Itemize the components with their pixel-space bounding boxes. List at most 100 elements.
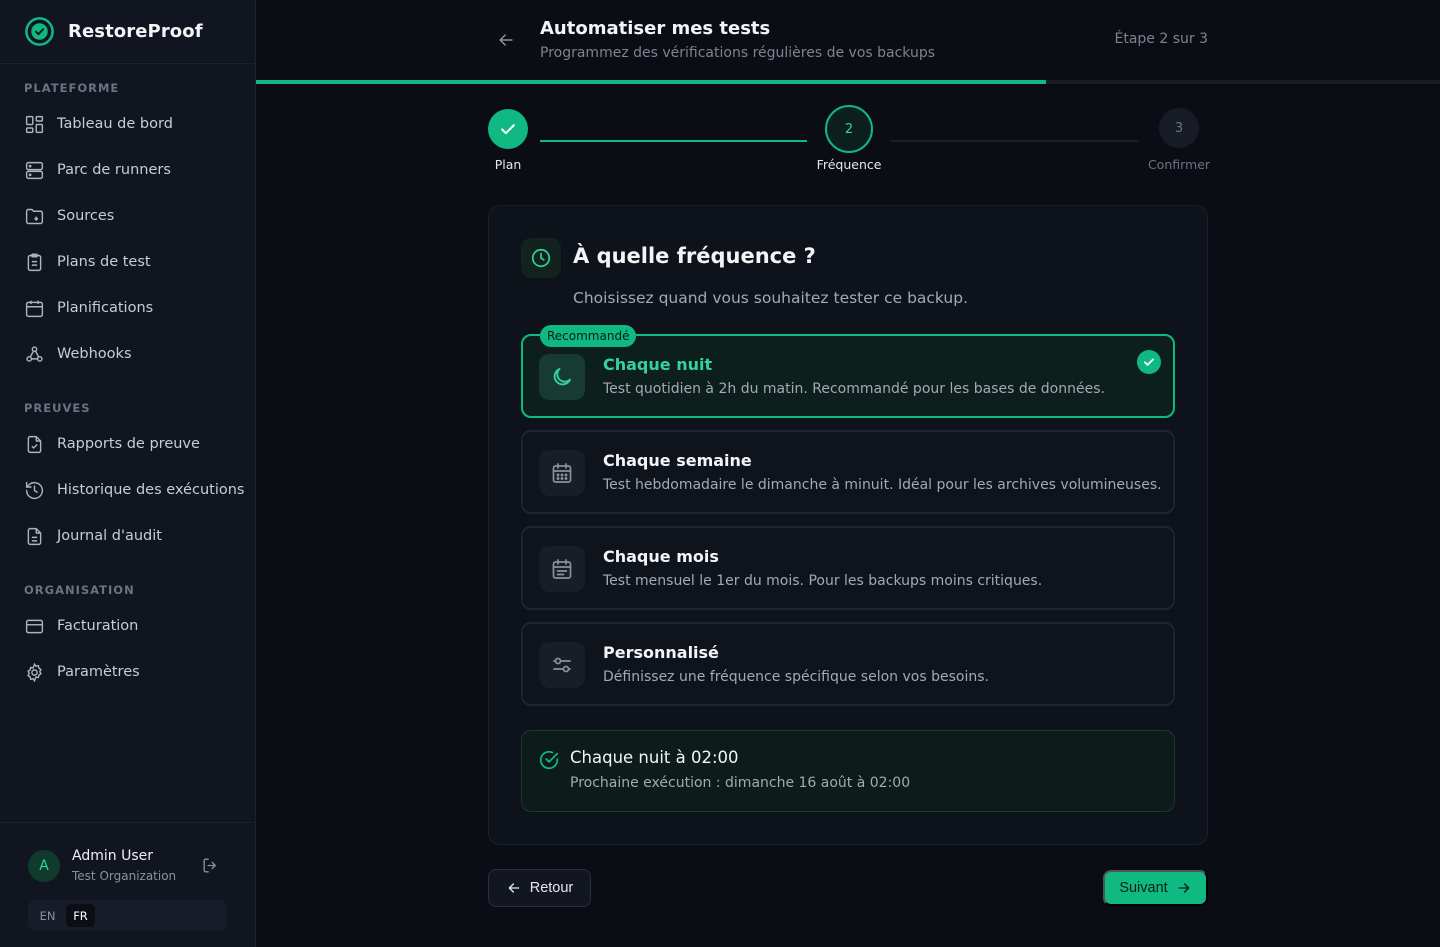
option-icon-wrapper: [539, 546, 585, 592]
page-title: Automatiser mes tests: [540, 18, 771, 39]
option-icon-wrapper: [539, 354, 585, 400]
sidebar-item-audit-log[interactable]: Journal d'audit: [24, 524, 162, 548]
sidebar-item-proof-reports[interactable]: Rapports de preuve: [24, 432, 200, 456]
step-2-label: Fréquence: [816, 157, 882, 172]
option-monthly[interactable]: Chaque mois Test mensuel le 1er du mois.…: [521, 526, 1175, 610]
webhook-icon: [26, 345, 43, 362]
summary-title: Chaque nuit à 02:00: [570, 748, 739, 767]
option-icon-wrapper: [539, 450, 585, 496]
option-nightly[interactable]: Recommandé Chaque nuit Test quotidien à …: [521, 325, 1175, 418]
recommended-badge: Recommandé: [540, 325, 637, 347]
sidebar: RestoreProof PLATEFORME Tableau de bord …: [0, 0, 256, 947]
frequency-card: À quelle fréquence ? Choisissez quand vo…: [488, 205, 1208, 845]
option-title: Chaque mois: [603, 547, 719, 566]
card-icon-wrapper: [521, 238, 561, 278]
sliders-icon: [553, 657, 571, 673]
logo-icon: [25, 17, 54, 46]
lang-en-button[interactable]: EN: [33, 904, 62, 927]
nav-section-preuves: PREUVES: [24, 401, 91, 415]
option-description: Test quotidien à 2h du matin. Recommandé…: [603, 381, 1105, 397]
option-description: Test mensuel le 1er du mois. Pour les ba…: [603, 573, 1043, 589]
option-icon-wrapper: [539, 642, 585, 688]
file-check-icon: [27, 435, 42, 453]
sidebar-item-label: Tableau de bord: [57, 116, 173, 132]
logout-icon[interactable]: [201, 856, 220, 875]
sidebar-item-webhooks[interactable]: Webhooks: [24, 342, 132, 366]
option-weekly[interactable]: Chaque semaine Test hebdomadaire le dima…: [521, 430, 1175, 514]
card-title: À quelle fréquence ?: [573, 244, 816, 268]
clock-icon: [531, 248, 551, 268]
sidebar-item-runners[interactable]: Parc de runners: [24, 158, 171, 182]
sidebar-item-billing[interactable]: Facturation: [24, 614, 138, 638]
schedule-summary: Chaque nuit à 02:00 Prochaine exécution …: [521, 730, 1175, 812]
brand[interactable]: RestoreProof: [0, 0, 255, 64]
calendar-week-icon: [552, 463, 572, 483]
check-icon: [501, 124, 515, 135]
progress-bar: [256, 80, 1440, 84]
file-text-icon: [27, 527, 42, 545]
sidebar-footer: A Admin User Test Organization EN FR: [0, 822, 255, 947]
back-button[interactable]: Retour: [488, 869, 591, 907]
step-connector-1: [540, 140, 807, 142]
avatar[interactable]: A: [28, 850, 60, 882]
option-title: Chaque nuit: [603, 355, 713, 374]
folder-icon: [25, 208, 44, 224]
step-3-label: Confirmer: [1147, 157, 1211, 172]
option-custom[interactable]: Personnalisé Définissez une fréquence sp…: [521, 622, 1175, 706]
credit-card-icon: [25, 619, 44, 633]
arrow-left-icon: [508, 883, 520, 893]
gear-icon: [27, 662, 42, 682]
step-connector-2: [891, 140, 1139, 142]
sidebar-item-label: Webhooks: [57, 346, 132, 362]
nav-section-organisation: ORGANISATION: [24, 583, 135, 597]
user-org: Test Organization: [72, 869, 177, 883]
back-button-label: Retour: [529, 880, 574, 896]
step-3-circle[interactable]: 3: [1159, 108, 1199, 148]
sidebar-item-label: Paramètres: [57, 664, 140, 680]
sidebar-item-sources[interactable]: Sources: [24, 204, 114, 228]
dashboard-icon: [25, 115, 44, 133]
page-header: Automatiser mes tests Programmez des vér…: [256, 0, 1440, 80]
nav-section-plateforme: PLATEFORME: [24, 81, 120, 95]
calendar-month-icon: [552, 559, 572, 579]
moon-icon: [553, 368, 571, 386]
sidebar-item-test-plans[interactable]: Plans de test: [24, 250, 151, 274]
check-circle-icon: [539, 750, 559, 770]
step-1-label: Plan: [494, 157, 522, 172]
app-name: RestoreProof: [68, 21, 203, 42]
user-name: Admin User: [72, 848, 153, 864]
step-indicator: Étape 2 sur 3: [1114, 31, 1208, 47]
sidebar-item-run-history[interactable]: Historique des exécutions: [24, 478, 244, 502]
progress-bar-fill: [256, 80, 1046, 84]
next-run-text: Prochaine exécution : dimanche 16 août à…: [570, 775, 911, 791]
option-title: Personnalisé: [603, 643, 719, 662]
option-title: Chaque semaine: [603, 451, 752, 470]
step-2-circle[interactable]: 2: [825, 105, 873, 153]
next-button[interactable]: Suivant: [1103, 870, 1208, 906]
sidebar-item-schedules[interactable]: Planifications: [24, 296, 153, 320]
lang-fr-button[interactable]: FR: [66, 904, 95, 927]
sidebar-item-label: Parc de runners: [57, 162, 171, 178]
sidebar-item-label: Rapports de preuve: [57, 436, 200, 452]
sidebar-item-dashboard[interactable]: Tableau de bord: [24, 112, 173, 136]
sidebar-item-label: Historique des exécutions: [57, 482, 245, 498]
card-subtitle: Choisissez quand vous souhaitez tester c…: [573, 289, 969, 307]
sidebar-item-label: Journal d'audit: [57, 528, 162, 544]
option-description: Définissez une fréquence spécifique selo…: [603, 669, 989, 685]
server-icon: [25, 161, 44, 179]
sidebar-item-label: Plans de test: [57, 254, 151, 270]
page-subtitle: Programmez des vérifications régulières …: [540, 45, 936, 61]
option-description: Test hebdomadaire le dimanche à minuit. …: [603, 477, 1162, 493]
sidebar-item-settings[interactable]: Paramètres: [24, 660, 140, 684]
step-1-circle[interactable]: [488, 109, 528, 149]
back-arrow-icon[interactable]: [496, 30, 516, 50]
next-button-label: Suivant: [1119, 880, 1168, 896]
language-switcher: EN FR: [28, 900, 227, 931]
clipboard-icon: [27, 252, 42, 271]
selected-check-icon: [1137, 350, 1161, 374]
arrow-right-icon: [1178, 883, 1190, 893]
sidebar-item-label: Facturation: [57, 618, 139, 634]
sidebar-item-label: Sources: [57, 208, 115, 224]
history-icon: [25, 481, 44, 499]
calendar-icon: [25, 300, 44, 317]
